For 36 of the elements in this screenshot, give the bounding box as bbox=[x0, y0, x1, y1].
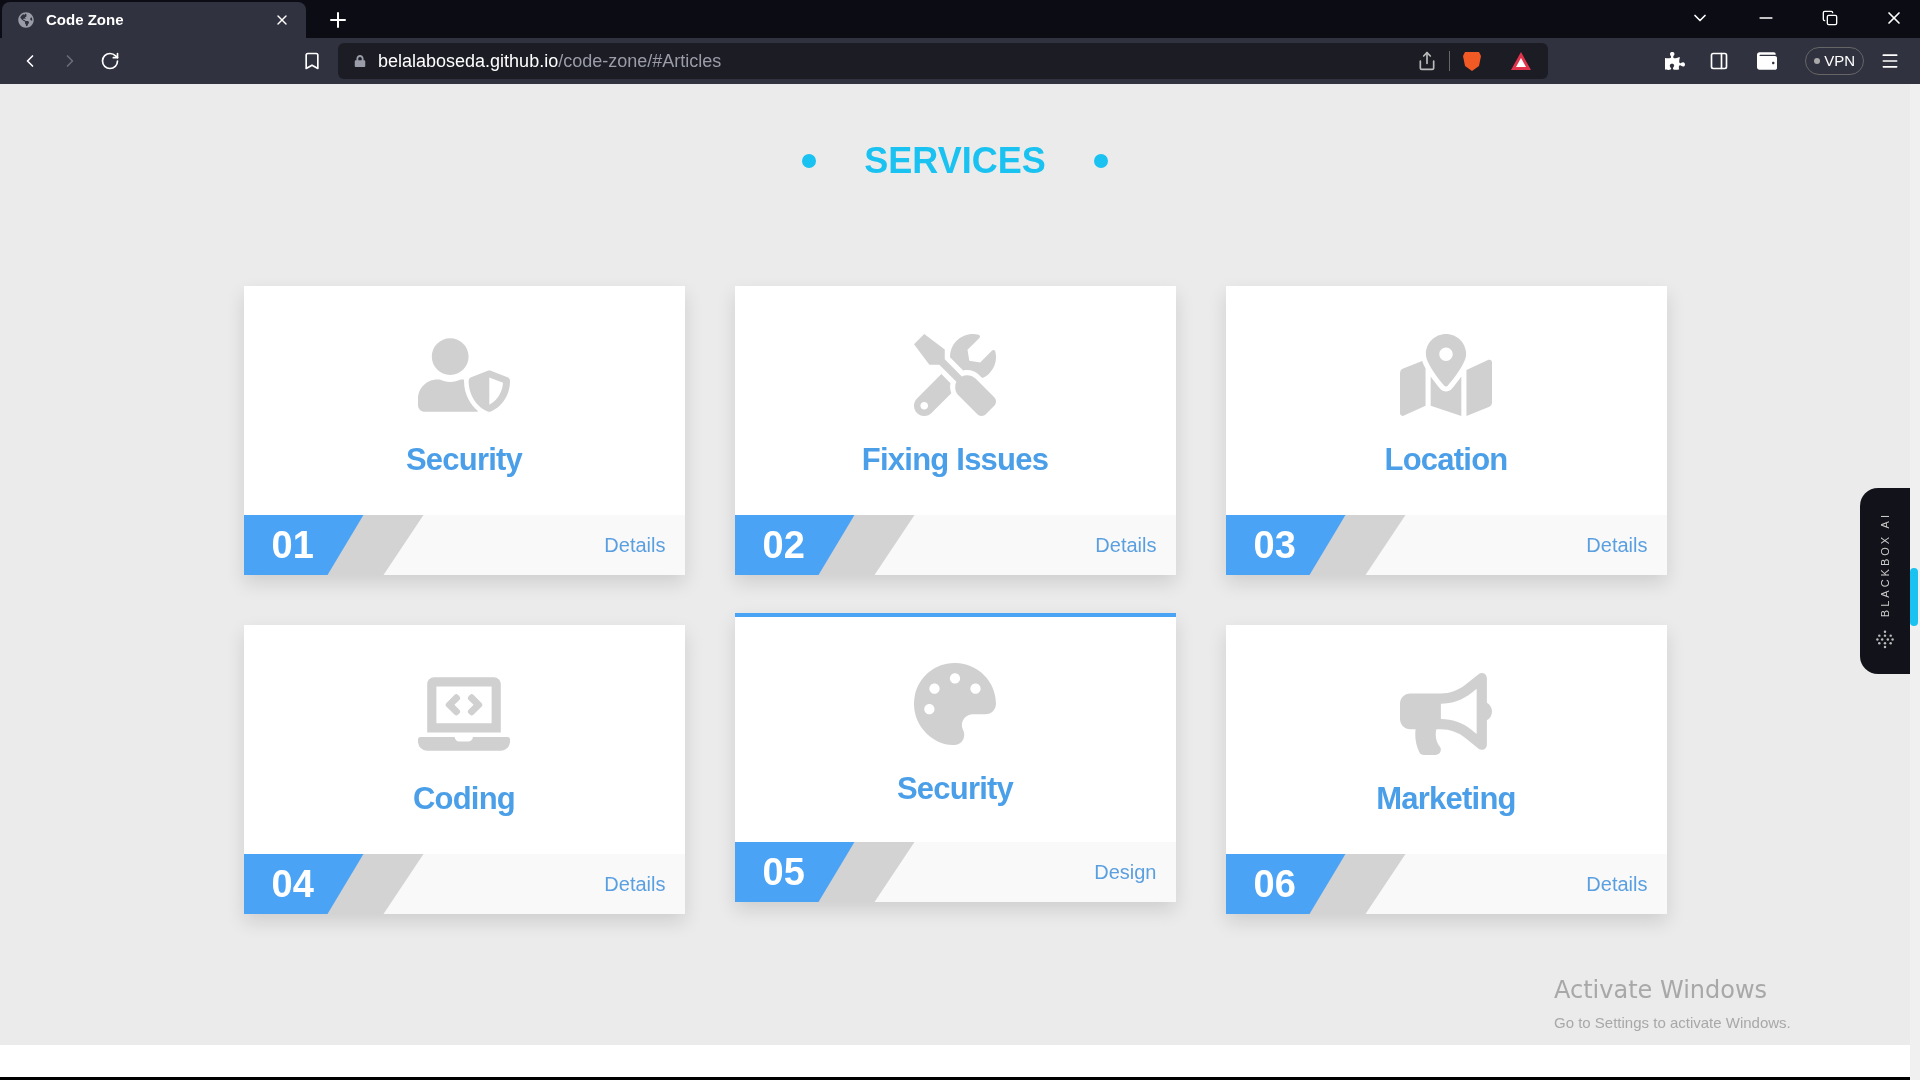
widget-label: BLACKBOX AI bbox=[1877, 512, 1892, 618]
activation-text: Go to Settings to activate Windows. bbox=[1554, 1013, 1791, 1033]
details-link[interactable]: Details bbox=[1095, 530, 1157, 560]
restore-icon[interactable] bbox=[1822, 10, 1838, 26]
card-title: Fixing Issues bbox=[861, 444, 1049, 475]
lock-icon bbox=[354, 55, 366, 67]
url-text: belalaboseda.github.io/code-zone/#Articles bbox=[378, 49, 723, 73]
globe-icon bbox=[18, 12, 34, 28]
megaphone-icon bbox=[1400, 673, 1492, 755]
details-link[interactable]: Details bbox=[1586, 530, 1648, 560]
map-pin-icon bbox=[1400, 334, 1492, 416]
card-title: Coding bbox=[412, 783, 516, 814]
activation-title: Activate Windows bbox=[1554, 975, 1769, 1006]
card-title: Location bbox=[1384, 444, 1508, 475]
blackbox-widget[interactable]: BLACKBOX AI bbox=[1860, 488, 1910, 674]
triangle-icon[interactable] bbox=[1510, 51, 1532, 71]
dots-icon bbox=[1874, 629, 1896, 650]
address-bar[interactable]: belalaboseda.github.io/code-zone/#Articles bbox=[338, 43, 1548, 79]
bookmark-icon[interactable] bbox=[302, 51, 322, 71]
wallet-icon[interactable] bbox=[1757, 51, 1778, 71]
card-title: Marketing bbox=[1376, 783, 1516, 814]
details-link[interactable]: Design bbox=[1094, 857, 1157, 887]
details-link[interactable]: Details bbox=[1586, 869, 1648, 899]
browser-tab[interactable]: Code Zone bbox=[2, 2, 306, 38]
sidebar-icon[interactable] bbox=[1709, 51, 1730, 71]
details-link[interactable]: Details bbox=[604, 869, 666, 899]
reload-icon[interactable] bbox=[100, 51, 120, 71]
menu-icon[interactable] bbox=[1880, 51, 1900, 71]
scrollbar-thumb[interactable] bbox=[1910, 568, 1918, 626]
card-title: Security bbox=[896, 773, 1014, 804]
extensions-icon[interactable] bbox=[1665, 51, 1686, 71]
details-link[interactable]: Details bbox=[604, 530, 666, 560]
share-icon[interactable] bbox=[1417, 51, 1437, 71]
section-title: SERVICES bbox=[864, 139, 1046, 183]
card-title: Security bbox=[405, 444, 523, 475]
tab-title: Code Zone bbox=[46, 9, 125, 30]
